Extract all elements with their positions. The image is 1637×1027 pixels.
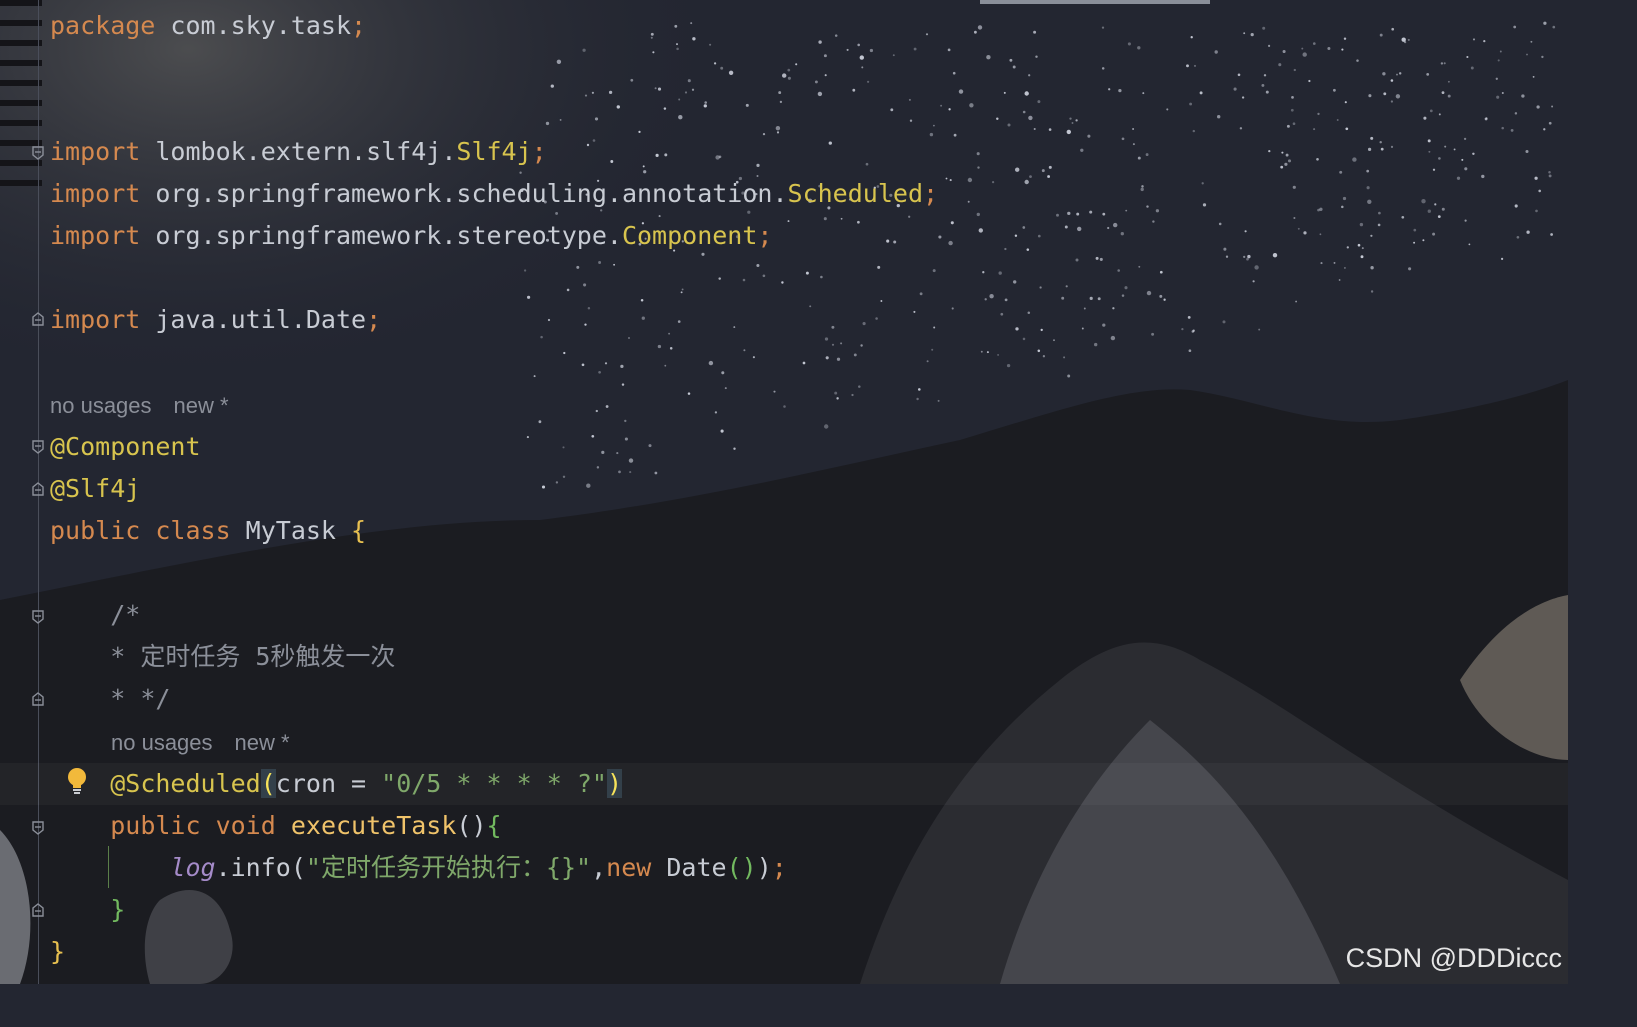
code-line-ann-scheduled[interactable]: @Scheduled(cron = "0/5 * * * * ?") xyxy=(50,763,622,805)
semicolon: ; xyxy=(757,221,773,250)
keyword: import xyxy=(50,221,141,250)
import-path: org.springframework.stereotype. xyxy=(140,221,622,250)
annotation: @Component xyxy=(50,432,201,461)
method-name: executeTask xyxy=(275,811,457,840)
new-marker: new * xyxy=(234,730,290,755)
watermark: CSDN @DDDiccc xyxy=(1345,943,1562,973)
new-marker: new * xyxy=(173,393,229,418)
date-class: Date xyxy=(651,853,727,882)
code-line-comment-body[interactable]: * 定时任务 5秒触发一次 xyxy=(50,636,395,678)
code-line-import-component[interactable]: import org.springframework.stereotype.Co… xyxy=(50,215,772,257)
code-editor[interactable]: package com.sky.task; import lombok.exte… xyxy=(0,0,1568,984)
code-line-method-decl[interactable]: public void executeTask(){ xyxy=(50,805,502,847)
brace: { xyxy=(486,811,502,840)
comma: , xyxy=(591,853,607,882)
cron-value: "0/5 * * * * ?" xyxy=(381,769,607,798)
keyword: import xyxy=(50,305,141,334)
code-line-class-decl[interactable]: public class MyTask { xyxy=(50,510,366,552)
fold-end-icon[interactable] xyxy=(30,902,46,918)
usages-text: no usages xyxy=(111,730,213,755)
close-call: ) xyxy=(756,853,772,882)
keyword: public xyxy=(50,516,141,545)
class-name: MyTask xyxy=(230,516,352,545)
import-path: org.springframework.scheduling.annotatio… xyxy=(140,179,788,208)
usage-hint[interactable]: no usages new * xyxy=(50,389,229,423)
paren-close: ) xyxy=(606,769,622,798)
package-name: com.sky.task xyxy=(155,11,352,40)
semicolon: ; xyxy=(771,853,787,882)
keyword: void xyxy=(200,811,276,840)
semicolon: ; xyxy=(923,179,939,208)
method-parens: () xyxy=(456,811,487,840)
paren-open: ( xyxy=(260,769,276,798)
semicolon: ; xyxy=(366,305,382,334)
fold-start-icon[interactable] xyxy=(30,820,46,836)
code-line-ann-slf4j[interactable]: @Slf4j xyxy=(50,468,140,510)
fold-end-icon[interactable] xyxy=(30,691,46,707)
code-line-log-call[interactable]: log.info("定时任务开始执行：{}",new Date()); xyxy=(50,847,787,889)
scrollbar-thumb[interactable] xyxy=(980,0,1210,4)
info-call: .info( xyxy=(215,853,306,882)
import-class: Component xyxy=(621,221,758,250)
comment: /* xyxy=(110,600,141,629)
fold-end-icon[interactable] xyxy=(30,311,46,327)
keyword: package xyxy=(50,11,156,40)
log-message: "定时任务开始执行：{}" xyxy=(305,853,592,882)
usages-text: no usages xyxy=(50,393,152,418)
keyword: import xyxy=(50,179,141,208)
code-line-import-slf4j[interactable]: import lombok.extern.slf4j.Slf4j; xyxy=(50,131,547,173)
fold-start-icon[interactable] xyxy=(30,145,46,161)
keyword: new xyxy=(606,853,652,882)
brace: } xyxy=(110,895,126,924)
brace: { xyxy=(351,516,367,545)
keyword: public xyxy=(110,811,201,840)
comment: * 定时任务 5秒触发一次 xyxy=(110,642,396,671)
import-class: Scheduled xyxy=(787,179,923,208)
comment: * */ xyxy=(110,684,171,713)
keyword: class xyxy=(140,516,231,545)
log-field: log xyxy=(170,853,216,882)
import-class: Slf4j xyxy=(456,137,532,166)
cron-key: cron = xyxy=(275,769,382,798)
keyword: import xyxy=(50,137,141,166)
fold-end-icon[interactable] xyxy=(30,481,46,497)
code-line-comment-open[interactable]: /* xyxy=(50,594,140,636)
code-line-comment-close[interactable]: * */ xyxy=(50,678,170,720)
code-line-package[interactable]: package com.sky.task; xyxy=(50,5,366,47)
code-line-import-date[interactable]: import java.util.Date; xyxy=(50,299,381,341)
code-line-import-scheduled[interactable]: import org.springframework.scheduling.an… xyxy=(50,173,938,215)
fold-start-icon[interactable] xyxy=(30,609,46,625)
import-path: java.util.Date xyxy=(140,305,367,334)
indent-guide xyxy=(108,846,109,888)
brace: } xyxy=(50,937,66,966)
lightbulb-icon[interactable] xyxy=(64,766,90,796)
import-path: lombok.extern.slf4j. xyxy=(140,137,457,166)
semicolon: ; xyxy=(351,11,367,40)
code-line-class-close[interactable]: } xyxy=(50,931,65,973)
usage-hint[interactable]: no usages new * xyxy=(111,726,290,760)
code-line-ann-component[interactable]: @Component xyxy=(50,426,201,468)
code-line-method-close[interactable]: } xyxy=(50,889,125,931)
annotation: @Slf4j xyxy=(50,474,141,503)
date-parens: () xyxy=(726,853,757,882)
semicolon: ; xyxy=(531,137,547,166)
annotation: @Scheduled xyxy=(110,769,261,798)
fold-start-icon[interactable] xyxy=(30,439,46,455)
